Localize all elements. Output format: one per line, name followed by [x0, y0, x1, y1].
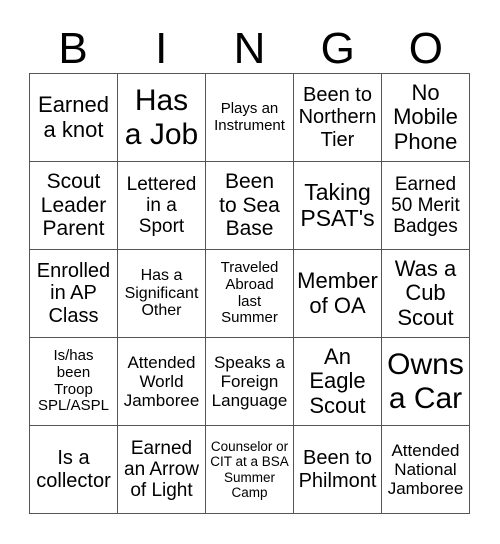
bingo-cell[interactable]: Enrolled in AP Class [30, 250, 118, 338]
bingo-grid: Earned a knot Has a Job Plays an Instrum… [29, 73, 470, 514]
cell-text: Scout Leader Parent [40, 170, 107, 241]
bingo-cell[interactable]: Taking PSAT's [294, 162, 382, 250]
bingo-cell[interactable]: Been to Philmont [294, 426, 382, 514]
bingo-cell[interactable]: Is a collector [30, 426, 118, 514]
bingo-cell[interactable]: Attended World Jamboree [118, 338, 206, 426]
cell-text: Lettered in a Sport [126, 173, 197, 238]
cell-text: Traveled Abroad last Summer [220, 258, 279, 327]
cell-text: Enrolled in AP Class [36, 259, 111, 327]
cell-text: Was a Cub Scout [394, 255, 457, 330]
cell-text: Been to Northern Tier [298, 83, 377, 151]
cell-text: An Eagle Scout [309, 343, 366, 418]
bingo-cell[interactable]: Is/has been Troop SPL/ASPL [30, 338, 118, 426]
cell-text: Is a collector [36, 447, 111, 492]
cell-text: Plays an Instrument [214, 99, 285, 134]
header-letter-i: I [155, 24, 168, 73]
header-letter-n: N [233, 24, 266, 73]
bingo-header: B I N G O [29, 26, 470, 72]
cell-text: Speaks a Foreign Language [211, 352, 288, 411]
bingo-cell[interactable]: Scout Leader Parent [30, 162, 118, 250]
bingo-cell[interactable]: Has a Significant Other [118, 250, 206, 338]
bingo-cell[interactable]: No Mobile Phone [382, 74, 470, 162]
cell-text: Attended National Jamboree [387, 440, 464, 499]
bingo-cell[interactable]: Been to Sea Base [206, 162, 294, 250]
header-letter-g: G [320, 24, 355, 73]
bingo-cell[interactable]: Owns a Car [382, 338, 470, 426]
cell-text: No Mobile Phone [393, 79, 458, 154]
cell-text: Has a Significant Other [124, 266, 199, 320]
bingo-cell[interactable]: Attended National Jamboree [382, 426, 470, 514]
bingo-cell[interactable]: An Eagle Scout [294, 338, 382, 426]
cell-text: Attended World Jamboree [123, 352, 200, 411]
bingo-cell[interactable]: Earned a knot [30, 74, 118, 162]
bingo-cell[interactable]: Plays an Instrument [206, 74, 294, 162]
bingo-cell[interactable]: Speaks a Foreign Language [206, 338, 294, 426]
bingo-cell[interactable]: Traveled Abroad last Summer [206, 250, 294, 338]
cell-text: Earned 50 Merit Badges [391, 173, 460, 238]
cell-text: Member of OA [297, 267, 378, 318]
cell-text: Been to Sea Base [219, 170, 280, 241]
cell-text: Is/has been Troop SPL/ASPL [38, 346, 109, 415]
cell-text: Earned a knot [38, 91, 109, 142]
bingo-cell[interactable]: Counselor or CIT at a BSA Summer Camp [206, 426, 294, 514]
bingo-cell[interactable]: Has a Job [118, 74, 206, 162]
bingo-cell[interactable]: Was a Cub Scout [382, 250, 470, 338]
cell-text: Taking PSAT's [300, 178, 375, 231]
header-letter-o: O [408, 24, 443, 73]
bingo-cell[interactable]: Earned 50 Merit Badges [382, 162, 470, 250]
bingo-cell[interactable]: Been to Northern Tier [294, 74, 382, 162]
cell-text: Owns a Car [387, 347, 464, 415]
header-letter-b: B [58, 24, 88, 73]
cell-text: Has a Job [124, 83, 199, 151]
cell-text: Been to Philmont [298, 447, 377, 492]
bingo-cell[interactable]: Lettered in a Sport [118, 162, 206, 250]
bingo-cell[interactable]: Member of OA [294, 250, 382, 338]
cell-text: Counselor or CIT at a BSA Summer Camp [210, 439, 289, 500]
cell-text: Earned an Arrow of Light [124, 437, 199, 502]
bingo-cell[interactable]: Earned an Arrow of Light [118, 426, 206, 514]
